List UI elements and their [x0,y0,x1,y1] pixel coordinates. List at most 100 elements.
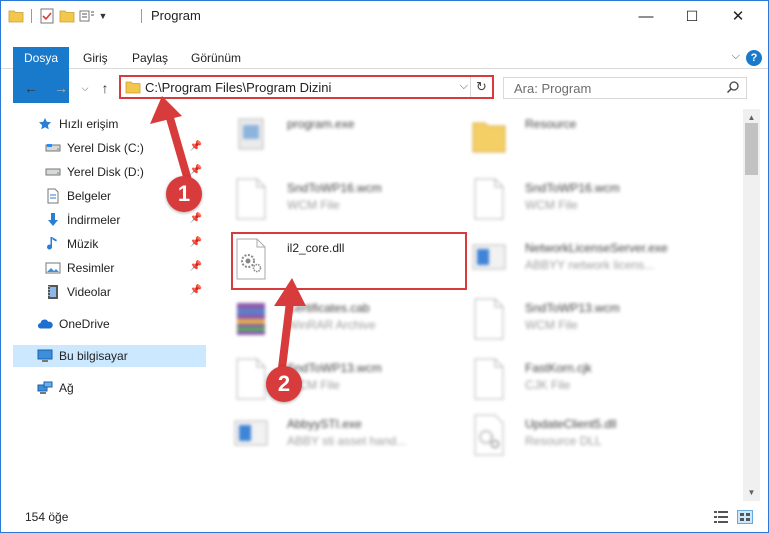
file-item[interactable]: program.exe [207,109,443,161]
generic-file-icon [231,357,271,401]
computer-icon [37,348,53,364]
nav-item-network[interactable]: Ağ [13,377,206,399]
explorer-window: ▼ Program — ☐ ✕ Dosya Giriş Paylaş Görün… [0,0,769,533]
ribbon-tabs: Dosya Giriş Paylaş Görünüm ⌵ ? [1,47,768,103]
nav-item-label: Belgeler [67,189,112,203]
exe-icon [231,113,271,157]
up-button[interactable]: ↑ [95,78,115,98]
refresh-icon[interactable]: ↻ [470,77,492,97]
chevron-down-icon: ⌵ [81,82,89,93]
file-name: program.exe [287,117,355,131]
file-item[interactable]: FastKorn.cjk CJK File [445,349,681,405]
close-button[interactable]: ✕ [715,1,761,31]
scroll-thumb[interactable] [745,123,758,175]
generic-file-icon [469,177,509,221]
step-badge-1: 1 [166,176,202,212]
pin-icon[interactable]: 📌 [190,237,202,248]
file-name: AbbyySTI.exe [287,417,362,431]
file-type: WCM File [525,318,578,332]
file-name: FastKorn.cjk [525,361,592,375]
qat-separator [31,9,32,23]
customize-toolbar-chevron-icon[interactable]: ▼ [98,7,108,25]
up-arrow-icon: ↑ [101,80,109,96]
nav-item-onedrive[interactable]: OneDrive [13,313,206,335]
search-box[interactable]: Ara: Program [503,77,747,99]
file-type: ABBYY network licens... [525,258,655,272]
address-dropdown-icon[interactable]: ⌵ [460,80,468,93]
folder-icon [7,7,25,25]
pin-icon[interactable]: 📌 [190,141,202,152]
navigation-pane: Hızlı erişim Yerel Disk (C:) 📌 Yerel Dis… [13,109,206,499]
pin-icon[interactable]: 📌 [190,165,202,176]
address-path[interactable]: C:\Program Files\Program Dizini [145,80,331,95]
file-item[interactable]: SndToWP16.wcm WCM File [445,169,681,225]
pin-icon[interactable]: 📌 [190,261,202,272]
file-item[interactable]: SndToWP13.wcm WCM File [445,289,681,345]
nav-item-quick-access[interactable]: Hızlı erişim [13,113,206,135]
maximize-button[interactable]: ☐ [669,1,715,31]
nav-item-label: Ağ [59,381,74,395]
file-type: WinRAR Archive [287,318,376,332]
status-bar: 154 öğe [1,504,768,532]
search-placeholder: Ara: Program [514,81,592,96]
generic-file-icon [231,177,271,221]
file-name: NetworkLicenseServer.exe [525,241,668,255]
nav-item-music[interactable]: Müzik 📌 [13,233,206,255]
nav-item-this-pc[interactable]: Bu bilgisayar [13,345,206,367]
file-item[interactable]: NetworkLicenseServer.exe ABBYY network l… [445,229,681,285]
nav-item-videos[interactable]: Videolar 📌 [13,281,206,303]
item-count: 154 öğe [25,510,69,524]
file-item[interactable]: AbbyySTI.exe ABBY sti asset hand... [207,405,443,461]
pin-icon[interactable]: 📌 [190,285,202,296]
forward-arrow-icon: → [54,80,68,96]
winrar-icon [231,297,271,341]
close-icon: ✕ [731,8,745,25]
app-window-icon [231,413,271,457]
new-folder-icon[interactable] [58,7,76,25]
rename-icon[interactable] [78,7,96,25]
folder-icon [125,80,141,97]
details-view-icon[interactable] [713,510,729,524]
file-item[interactable]: Certificates.cab WinRAR Archive [207,289,443,345]
help-icon[interactable]: ? [746,50,762,66]
file-item[interactable]: SndToWP13.wcm WCM File [207,349,443,405]
address-bar[interactable]: C:\Program Files\Program Dizini ⌵ ↻ [119,75,494,99]
folder-icon [469,113,509,157]
pin-icon[interactable]: 📌 [190,213,202,224]
minimize-icon: — [638,7,654,25]
file-name: SndToWP16.wcm [287,181,382,195]
properties-icon[interactable] [38,7,56,25]
drive-icon [45,164,61,180]
nav-item-local-disk-c[interactable]: Yerel Disk (C:) 📌 [13,137,206,159]
expand-ribbon-icon[interactable]: ⌵ [732,50,740,63]
download-icon [45,212,61,228]
pictures-icon [45,260,61,276]
title-bar: ▼ Program — ☐ ✕ [1,1,768,31]
file-item[interactable]: UpdateClient5.dll Resource DLL [445,405,681,461]
file-type: WCM File [287,198,340,212]
back-button[interactable]: ← [21,78,41,98]
file-name: SndToWP13.wcm [287,361,382,375]
scroll-down-icon[interactable]: ▼ [743,484,760,501]
forward-button[interactable]: → [51,78,71,98]
large-icons-view-icon[interactable] [737,510,753,524]
file-list: program.exe Resource SndToWP16.wcm WCM F… [207,109,742,501]
step-badge-2: 2 [266,366,302,402]
recent-locations-button[interactable]: ⌵ [75,78,95,98]
vertical-scrollbar[interactable]: ▲ ▼ [743,109,760,501]
tab-home[interactable]: Giriş [83,47,108,69]
nav-item-label: Resimler [67,261,115,275]
file-item[interactable]: Resource [445,109,681,161]
nav-item-downloads[interactable]: İndirmeler 📌 [13,209,206,231]
network-icon [37,380,53,396]
tab-share[interactable]: Paylaş [132,47,168,69]
maximize-icon: ☐ [685,7,699,24]
tab-view[interactable]: Görünüm [191,47,241,69]
nav-item-pictures[interactable]: Resimler 📌 [13,257,206,279]
nav-item-label: Videolar [67,285,111,299]
minimize-button[interactable]: — [623,1,669,31]
videos-icon [45,284,61,300]
file-item[interactable]: SndToWP16.wcm WCM File [207,169,443,225]
star-icon [37,116,53,132]
nav-item-label: Yerel Disk (C:) [67,141,144,155]
